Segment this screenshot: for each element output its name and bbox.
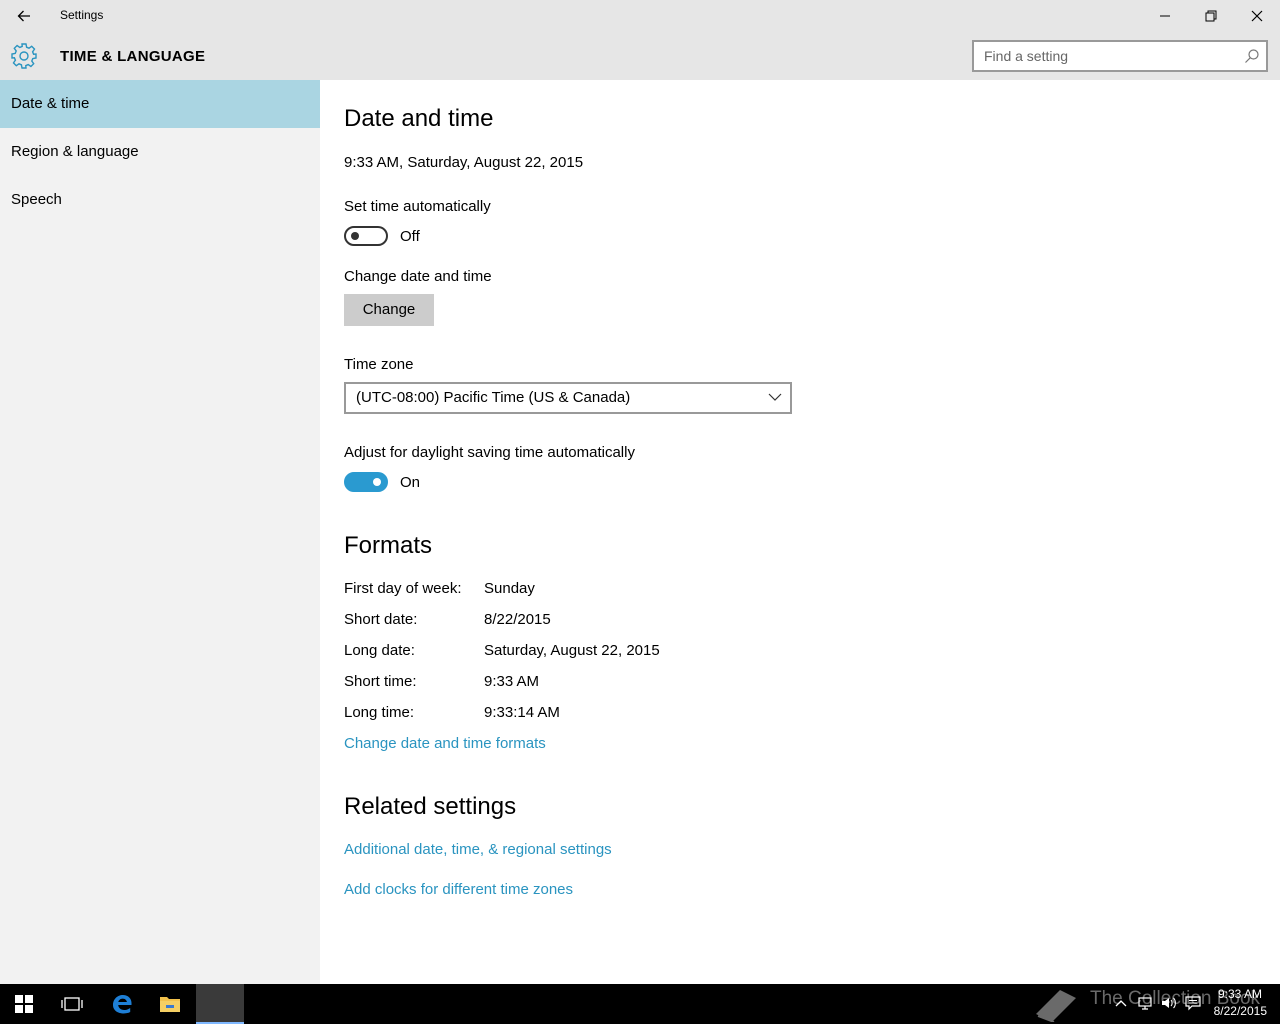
taskbar-clock-time[interactable]: 9:33 AM: [1214, 987, 1262, 1001]
daylight-saving-state: On: [400, 474, 421, 491]
add-clocks-link[interactable]: Add clocks for different time zones: [344, 881, 573, 898]
format-label-long-time: Long time:: [344, 704, 415, 721]
settings-header: TIME & LANGUAGE: [0, 32, 1280, 80]
set-time-auto-toggle[interactable]: [344, 226, 388, 246]
volume-icon[interactable]: [1160, 994, 1178, 1012]
start-button[interactable]: [0, 984, 48, 1024]
settings-taskbar-button[interactable]: [196, 984, 244, 1024]
additional-settings-link[interactable]: Additional date, time, & regional settin…: [344, 841, 612, 858]
edge-icon: [113, 995, 132, 1014]
format-value-short-date: 8/22/2015: [484, 611, 551, 628]
book-watermark-icon: [1036, 990, 1076, 1022]
taskbar: The Collection Book 9:33 AM 8/22/2015: [0, 984, 1280, 1024]
date-time-heading: Date and time: [344, 105, 494, 132]
current-datetime: 9:33 AM, Saturday, August 22, 2015: [344, 154, 584, 171]
title-bar: Settings: [0, 0, 1280, 32]
format-value-long-time: 9:33:14 AM: [484, 704, 560, 721]
format-label-first-day: First day of week:: [344, 580, 462, 597]
search-box[interactable]: [972, 40, 1268, 72]
format-value-first-day: Sunday: [484, 580, 535, 597]
time-zone-label: Time zone: [344, 356, 414, 373]
chevron-up-icon[interactable]: [1112, 994, 1130, 1012]
change-formats-link[interactable]: Change date and time formats: [344, 735, 546, 752]
minimize-button[interactable]: [1142, 0, 1188, 32]
minimize-icon: [1160, 15, 1170, 17]
chevron-down-icon: [768, 393, 782, 401]
search-input[interactable]: [974, 42, 1244, 70]
window-title: Settings: [60, 8, 104, 22]
formats-heading: Formats: [344, 532, 433, 559]
format-value-short-time: 9:33 AM: [484, 673, 540, 690]
format-label-short-time: Short time:: [344, 673, 417, 690]
format-value-long-date: Saturday, August 22, 2015: [484, 642, 660, 659]
taskbar-clock-date[interactable]: 8/22/2015: [1210, 1004, 1267, 1018]
toggle-knob: [351, 232, 359, 240]
restore-button[interactable]: [1188, 0, 1234, 32]
related-settings-heading: Related settings: [344, 793, 517, 820]
edge-browser-button[interactable]: [98, 984, 146, 1024]
time-zone-dropdown[interactable]: (UTC-08:00) Pacific Time (US & Canada): [344, 382, 792, 414]
network-icon[interactable]: [1136, 994, 1154, 1012]
back-arrow-icon: [17, 10, 30, 22]
close-icon: [1251, 10, 1263, 22]
daylight-saving-label: Adjust for daylight saving time automati…: [344, 444, 635, 461]
folder-icon: [160, 997, 180, 1012]
set-time-auto-state: Off: [400, 228, 420, 245]
sidebar: Date & time Region & language Speech: [0, 80, 320, 984]
daylight-saving-toggle[interactable]: [344, 472, 388, 492]
close-button[interactable]: [1234, 0, 1280, 32]
sidebar-item-region-language[interactable]: Region & language: [0, 128, 320, 176]
time-zone-value: (UTC-08:00) Pacific Time (US & Canada): [356, 389, 631, 406]
format-label-long-date: Long date:: [344, 642, 415, 659]
change-button[interactable]: Change: [344, 294, 434, 326]
windows-logo-icon: [15, 995, 33, 1013]
section-title: TIME & LANGUAGE: [60, 48, 206, 65]
set-time-auto-label: Set time automatically: [344, 198, 491, 215]
sidebar-item-date-time[interactable]: Date & time: [0, 80, 320, 128]
search-icon[interactable]: [1244, 48, 1260, 64]
main-content: Date and time 9:33 AM, Saturday, August …: [320, 80, 1280, 984]
back-button[interactable]: [8, 0, 40, 32]
restore-icon: [1205, 10, 1217, 22]
gear-icon: [11, 43, 37, 69]
action-center-icon[interactable]: [1184, 994, 1202, 1012]
file-explorer-button[interactable]: [146, 984, 194, 1024]
sidebar-item-speech[interactable]: Speech: [0, 176, 320, 224]
task-view-icon: [61, 997, 83, 1011]
format-label-short-date: Short date:: [344, 611, 418, 628]
task-view-button[interactable]: [48, 984, 96, 1024]
change-date-time-label: Change date and time: [344, 268, 492, 285]
toggle-knob: [373, 478, 381, 486]
